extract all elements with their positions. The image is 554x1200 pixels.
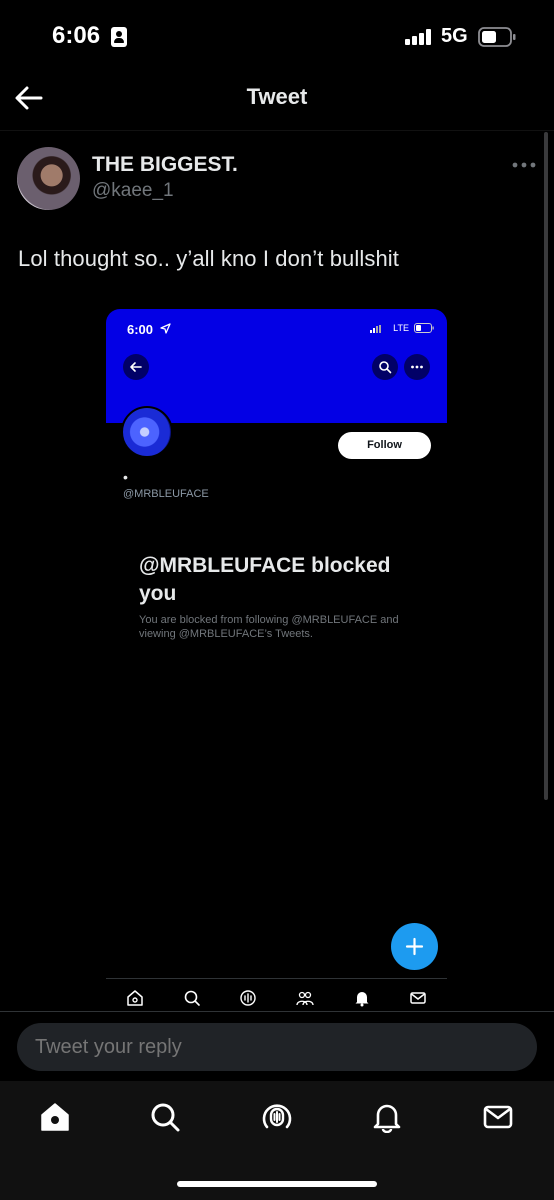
- notifications-icon[interactable]: [371, 1101, 403, 1134]
- bottom-tab-bar: [0, 1081, 554, 1200]
- home-icon[interactable]: [39, 1101, 71, 1133]
- profile-banner: 6:00 LTE: [106, 309, 447, 423]
- embedded-more-button: [404, 354, 430, 380]
- home-indicator[interactable]: [177, 1181, 377, 1187]
- search-icon: [379, 361, 392, 374]
- messages-icon[interactable]: [482, 1101, 514, 1133]
- embedded-follow-button: Follow: [338, 432, 431, 459]
- embedded-tab-bar: [106, 978, 447, 1011]
- scrollbar[interactable]: [544, 132, 548, 800]
- id-card-icon: [111, 27, 127, 47]
- tweet-media-image[interactable]: 6:00 LTE Follow • @MRBLEUFACE @MRBLEUFAC…: [106, 309, 447, 1011]
- spaces-icon[interactable]: [261, 1101, 293, 1133]
- embedded-network: LTE: [393, 323, 409, 333]
- network-type: 5G: [441, 25, 468, 47]
- blocked-title: @MRBLEUFACE blocked you: [139, 554, 391, 605]
- embedded-status-time: 6:00: [127, 322, 154, 337]
- search-icon[interactable]: [149, 1101, 181, 1133]
- reply-input[interactable]: [17, 1023, 537, 1071]
- author-avatar[interactable]: [17, 147, 80, 210]
- battery-icon: [478, 27, 516, 47]
- more-options-icon: [411, 365, 423, 369]
- tweet-text: Lol thought so.. y’all kno I don’t bulls…: [18, 246, 399, 271]
- embedded-handle: @MRBLEUFACE: [123, 488, 209, 500]
- embedded-battery-icon: [414, 323, 434, 333]
- header-divider: [0, 130, 554, 131]
- nav-header: Tweet: [0, 70, 554, 128]
- author-name[interactable]: THE BIGGEST.: [92, 153, 238, 177]
- home-icon: [126, 989, 144, 1007]
- embedded-display-name: •: [123, 469, 128, 485]
- plus-icon: [405, 937, 424, 956]
- location-arrow-icon: [160, 323, 171, 334]
- status-time: 6:06: [52, 22, 101, 49]
- embedded-signal-icon: [370, 325, 384, 333]
- search-icon: [183, 989, 201, 1007]
- embedded-profile-avatar: [121, 406, 173, 458]
- page-title: Tweet: [246, 84, 308, 109]
- more-options-icon[interactable]: [512, 158, 536, 172]
- cellular-signal-icon: [405, 29, 433, 45]
- embedded-search-button: [372, 354, 398, 380]
- notifications-icon: [353, 989, 371, 1007]
- spaces-icon: [239, 989, 257, 1007]
- messages-icon: [409, 989, 427, 1007]
- embedded-back-button: [123, 354, 149, 380]
- reply-composer: [0, 1011, 554, 1081]
- communities-icon: [296, 989, 314, 1007]
- embedded-compose-button: [391, 923, 438, 970]
- back-arrow-icon: [130, 362, 142, 372]
- status-bar: 6:06 5G: [0, 0, 554, 70]
- blocked-description: You are blocked from following @MRBLEUFA…: [139, 614, 399, 640]
- author-handle[interactable]: @kaee_1: [92, 180, 174, 202]
